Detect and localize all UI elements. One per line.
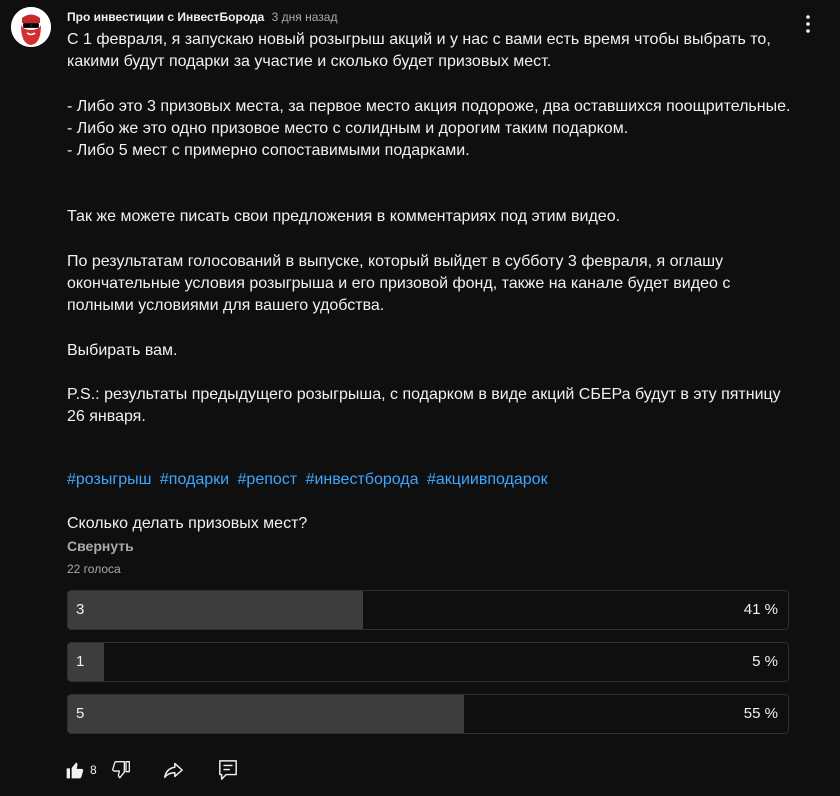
like-count: 8 <box>90 763 97 777</box>
bearded-man-avatar-icon <box>11 7 51 47</box>
poll-option[interactable]: 3 41 % <box>67 590 789 630</box>
like-button[interactable]: 8 <box>65 758 97 782</box>
poll-result-bar <box>68 591 364 629</box>
poll-option-percent: 55 % <box>743 705 778 722</box>
hashtag-list: #розыгрыш #подарки #репост #инвестборода… <box>67 469 552 491</box>
poll-option-label: 5 <box>76 705 85 722</box>
poll-option-percent: 41 % <box>743 601 778 618</box>
poll-option-label: 3 <box>76 601 85 618</box>
community-post: Про инвестиции с ИнвестБорода 3 дня наза… <box>0 0 840 796</box>
thumb-down-icon <box>112 761 130 779</box>
post-option-one-place: - Либо же это одно призовое место с соли… <box>67 119 629 137</box>
poll-question: Сколько делать призовых мест? <box>67 515 308 532</box>
poll-result-bar <box>68 695 464 733</box>
hashtag-link[interactable]: #репост <box>238 471 298 488</box>
more-actions-button[interactable] <box>796 12 820 36</box>
post-header: Про инвестиции с ИнвестБорода 3 дня наза… <box>67 9 337 25</box>
hashtag-link[interactable]: #розыгрыш <box>67 471 151 488</box>
post-option-three-places: - Либо это 3 призовых места, за первое м… <box>67 97 791 115</box>
poll-result-bar <box>68 643 104 681</box>
poll-option-label: 1 <box>76 653 85 670</box>
channel-avatar[interactable] <box>11 7 51 47</box>
post-paragraph-suggestions: Так же можете писать свои предложения в … <box>67 208 621 226</box>
share-icon <box>164 762 183 779</box>
hashtag-link[interactable]: #инвестборода <box>306 471 419 488</box>
poll-option[interactable]: 1 5 % <box>67 642 789 682</box>
share-button[interactable] <box>162 758 184 782</box>
post-option-five-places: - Либо 5 мест с примерно сопоставимыми п… <box>67 142 470 160</box>
comment-button[interactable] <box>218 758 238 782</box>
post-time[interactable]: 3 дня назад <box>272 10 338 24</box>
post-paragraph-intro: С 1 февраля, я запускаю новый розыгрыш а… <box>67 31 771 71</box>
post-paragraph-ps: P.S.: результаты предыдущего розыгрыша, … <box>67 385 781 426</box>
dislike-button[interactable] <box>111 758 131 782</box>
poll-vote-count: 22 голоса <box>67 562 121 576</box>
channel-name[interactable]: Про инвестиции с ИнвестБорода <box>67 10 264 24</box>
post-text: С 1 февраля, я запускаю новый розыгрыш а… <box>67 29 797 429</box>
hashtag-link[interactable]: #подарки <box>160 471 229 488</box>
collapse-button[interactable]: Свернуть <box>67 537 134 555</box>
hashtag-link[interactable]: #акциивподарок <box>427 471 548 488</box>
post-paragraph-choose: Выбирать вам. <box>67 341 178 359</box>
thumb-up-icon <box>66 762 84 779</box>
poll-option[interactable]: 5 55 % <box>67 694 789 734</box>
comment-icon <box>219 760 237 780</box>
post-paragraph-results: По результатам голосований в выпуске, ко… <box>67 252 731 315</box>
poll-option-percent: 5 % <box>752 653 778 670</box>
more-vert-icon <box>806 15 810 33</box>
